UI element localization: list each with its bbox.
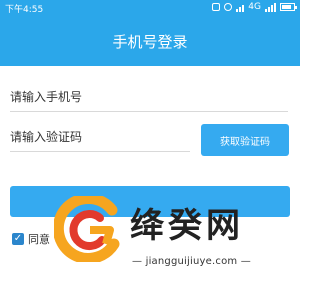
phone-placeholder: 请输入手机号 (10, 89, 83, 104)
sim-icon (212, 3, 221, 11)
alarm-icon (224, 3, 233, 11)
watermark-title: 绛癸网 (130, 206, 244, 246)
app-header: 手机号登录 (0, 16, 300, 66)
watermark-url-text: jiangguijiuye.com (145, 256, 238, 267)
verification-code-input[interactable]: 请输入验证码 (10, 121, 190, 152)
phone-input[interactable]: 请输入手机号 (10, 81, 288, 112)
agree-checkbox[interactable]: ✓ (12, 233, 24, 245)
watermark-url: — jiangguijiuye.com — (132, 256, 298, 267)
url-dash-right: — (240, 256, 251, 267)
agree-text: 同意 (28, 233, 50, 246)
status-icons: 4G (212, 2, 297, 12)
get-code-label: 获取验证码 (220, 136, 270, 148)
url-dash-left: — (132, 256, 143, 267)
get-code-button[interactable]: 获取验证码 (201, 124, 289, 156)
watermark-logo-icon (54, 196, 120, 262)
battery-icon (280, 3, 297, 11)
wifi-signal-icon (236, 3, 245, 12)
watermark: 绛癸网 — jiangguijiuye.com — (54, 190, 300, 281)
code-placeholder: 请输入验证码 (10, 129, 83, 144)
status-bar: 下午4:55 4G (0, 0, 300, 16)
network-type: 4G (248, 2, 261, 12)
agreement-row[interactable]: ✓ 同意 (12, 232, 50, 246)
cell-signal-icon (265, 2, 276, 12)
page-title: 手机号登录 (112, 32, 188, 51)
status-time: 下午4:55 (5, 5, 44, 15)
